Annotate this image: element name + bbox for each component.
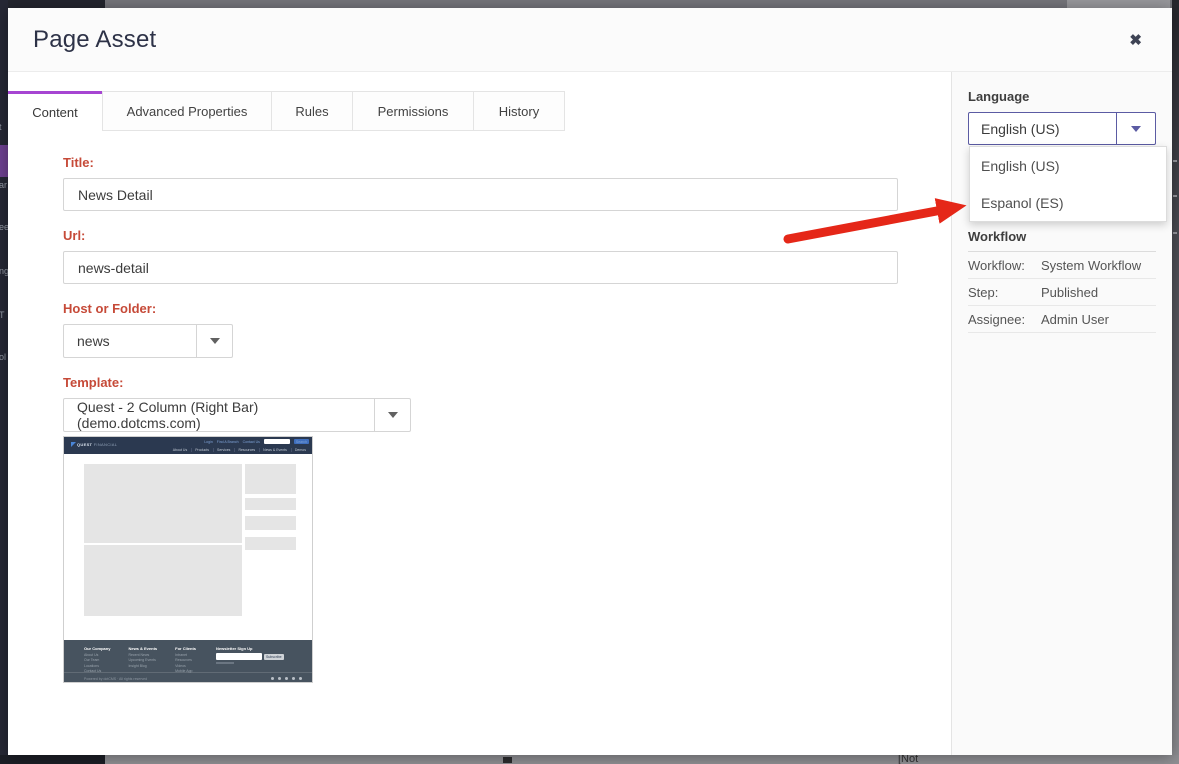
close-icon[interactable]: ✖ [1125, 27, 1146, 53]
workflow-row-label: Step: [968, 285, 1041, 300]
thumb-newsletter: Newsletter Sign Up Subscribe [216, 646, 296, 664]
url-input[interactable] [63, 251, 898, 284]
url-field-group: Url: [63, 228, 951, 284]
thumb-site-logo: QUEST FINANCIAL [71, 442, 117, 447]
tab-rules[interactable]: Rules [271, 91, 353, 131]
chevron-down-icon [388, 412, 398, 418]
language-option-1[interactable]: Espanol (ES) [970, 184, 1166, 221]
backdrop-bottom-strip: [Not [0, 755, 1179, 764]
workflow-row-value: Admin User [1041, 312, 1109, 327]
workflow-row-value: System Workflow [1041, 258, 1141, 273]
thumb-page-body [64, 454, 312, 640]
title-field-group: Title: [63, 155, 951, 211]
thumb-footer-column: Our CompanyAbout UsOur TeamLocationsCont… [84, 646, 110, 674]
workflow-row-label: Assignee: [968, 312, 1041, 327]
chevron-down-icon [210, 338, 220, 344]
language-dropdown-button[interactable] [1116, 113, 1155, 144]
tab-permissions[interactable]: Permissions [352, 91, 474, 131]
chevron-down-icon [1131, 126, 1141, 132]
dialog-title: Page Asset [33, 26, 1125, 54]
thumb-utility-link: Contact Us [243, 440, 260, 444]
flag-icon [71, 442, 76, 447]
tab-strip: ContentAdvanced PropertiesRulesPermissio… [8, 91, 951, 131]
template-label: Template: [63, 375, 951, 390]
template-preview-thumbnail: QUEST FINANCIAL Login Find A Branch Contac… [63, 436, 313, 683]
tab-history[interactable]: History [473, 91, 565, 131]
thumb-nav-item: Resources [234, 448, 258, 452]
workflow-row: Assignee:Admin User [968, 306, 1156, 333]
thumb-social-icons [271, 677, 302, 680]
thumb-subscribe-button: Subscribe [264, 654, 284, 660]
thumb-nav-item: News & Events [259, 448, 290, 452]
workflow-row-label: Workflow: [968, 258, 1041, 273]
thumb-site-header: QUEST FINANCIAL Login Find A Branch Contac… [64, 437, 312, 454]
tab-content[interactable]: Content [8, 91, 103, 131]
sidebar-active-item-fragment [0, 145, 8, 177]
thumb-site-footer: Our CompanyAbout UsOur TeamLocationsCont… [64, 640, 312, 683]
backdrop-top-strip [0, 0, 1179, 8]
language-select[interactable]: English (US) [968, 112, 1156, 145]
title-label: Title: [63, 155, 951, 170]
thumb-copyright: Powered by dotCMS · All rights reserved [84, 677, 147, 681]
thumb-search-box [264, 439, 290, 444]
thumb-nav-menu: About UsProductsServicesResourcesNews & … [170, 448, 309, 452]
workflow-row: Workflow:System Workflow [968, 252, 1156, 279]
workflow-row: Step:Published [968, 279, 1156, 306]
page-asset-dialog: Page Asset ✖ ContentAdvanced PropertiesR… [8, 8, 1172, 755]
host-folder-value: news [64, 325, 196, 357]
language-selected-value: English (US) [969, 113, 1116, 144]
content-pane: ContentAdvanced PropertiesRulesPermissio… [8, 72, 951, 755]
thumb-nav-item: About Us [170, 448, 190, 452]
template-select[interactable]: Quest - 2 Column (Right Bar) (demo.dotcm… [63, 398, 411, 432]
language-dropdown-panel: English (US)Espanol (ES) [969, 146, 1167, 222]
thumb-utility-links: Login Find A Branch Contact Us Search [204, 439, 309, 444]
backdrop-right-strip [1172, 0, 1179, 764]
backdrop-sidebar-corner [0, 0, 105, 8]
backdrop-toolbar-fragment [1067, 0, 1170, 8]
host-folder-dropdown-button[interactable] [196, 325, 232, 357]
thumb-nav-item: Products [191, 448, 212, 452]
thumb-footer-column: News & EventsRecent NewsUpcoming EventsI… [128, 646, 157, 674]
template-value: Quest - 2 Column (Right Bar) (demo.dotcm… [64, 399, 374, 431]
host-label: Host or Folder: [63, 301, 951, 316]
workflow-section: Workflow Workflow:System WorkflowStep:Pu… [968, 229, 1156, 333]
thumb-newsletter-input [216, 653, 262, 660]
template-field-group: Template: Quest - 2 Column (Right Bar) (… [63, 375, 951, 683]
backdrop-left-sidebar-strip: t ar ee ng T ol [0, 0, 8, 764]
host-field-group: Host or Folder: news [63, 301, 951, 358]
thumb-nav-item: Demos [291, 448, 309, 452]
tab-advanced-properties[interactable]: Advanced Properties [102, 91, 272, 131]
language-label: Language [968, 89, 1156, 104]
thumb-search-button: Search [294, 439, 309, 444]
url-label: Url: [63, 228, 951, 243]
backdrop-text-fragment: [Not [898, 755, 918, 764]
thumb-utility-link: Find A Branch [217, 440, 239, 444]
thumb-footer-column: For ClientsIntranetResourcesVideosMobile… [175, 646, 196, 674]
workflow-header: Workflow [968, 229, 1156, 252]
language-option-0[interactable]: English (US) [970, 147, 1166, 184]
dialog-header: Page Asset ✖ [8, 8, 1172, 72]
thumb-utility-link: Login [204, 440, 213, 444]
host-folder-select[interactable]: news [63, 324, 233, 358]
thumb-nav-item: Services [213, 448, 233, 452]
properties-sidebar: Language English (US) English (US)Espano… [951, 72, 1172, 755]
workflow-row-value: Published [1041, 285, 1098, 300]
title-input[interactable] [63, 178, 898, 211]
page-asset-form: Title: Url: Host or Folder: news [8, 131, 951, 683]
template-dropdown-button[interactable] [374, 399, 410, 431]
